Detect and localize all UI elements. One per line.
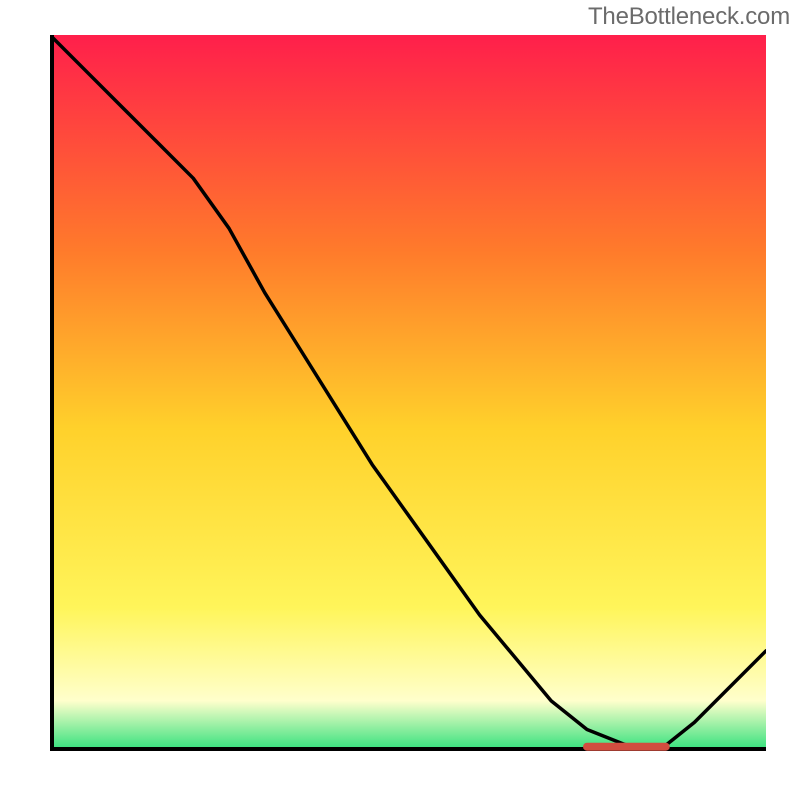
watermark-text: TheBottleneck.com xyxy=(588,3,790,31)
plot-area xyxy=(50,35,766,751)
chart-svg xyxy=(50,35,766,751)
chart-frame: TheBottleneck.com xyxy=(0,0,800,800)
